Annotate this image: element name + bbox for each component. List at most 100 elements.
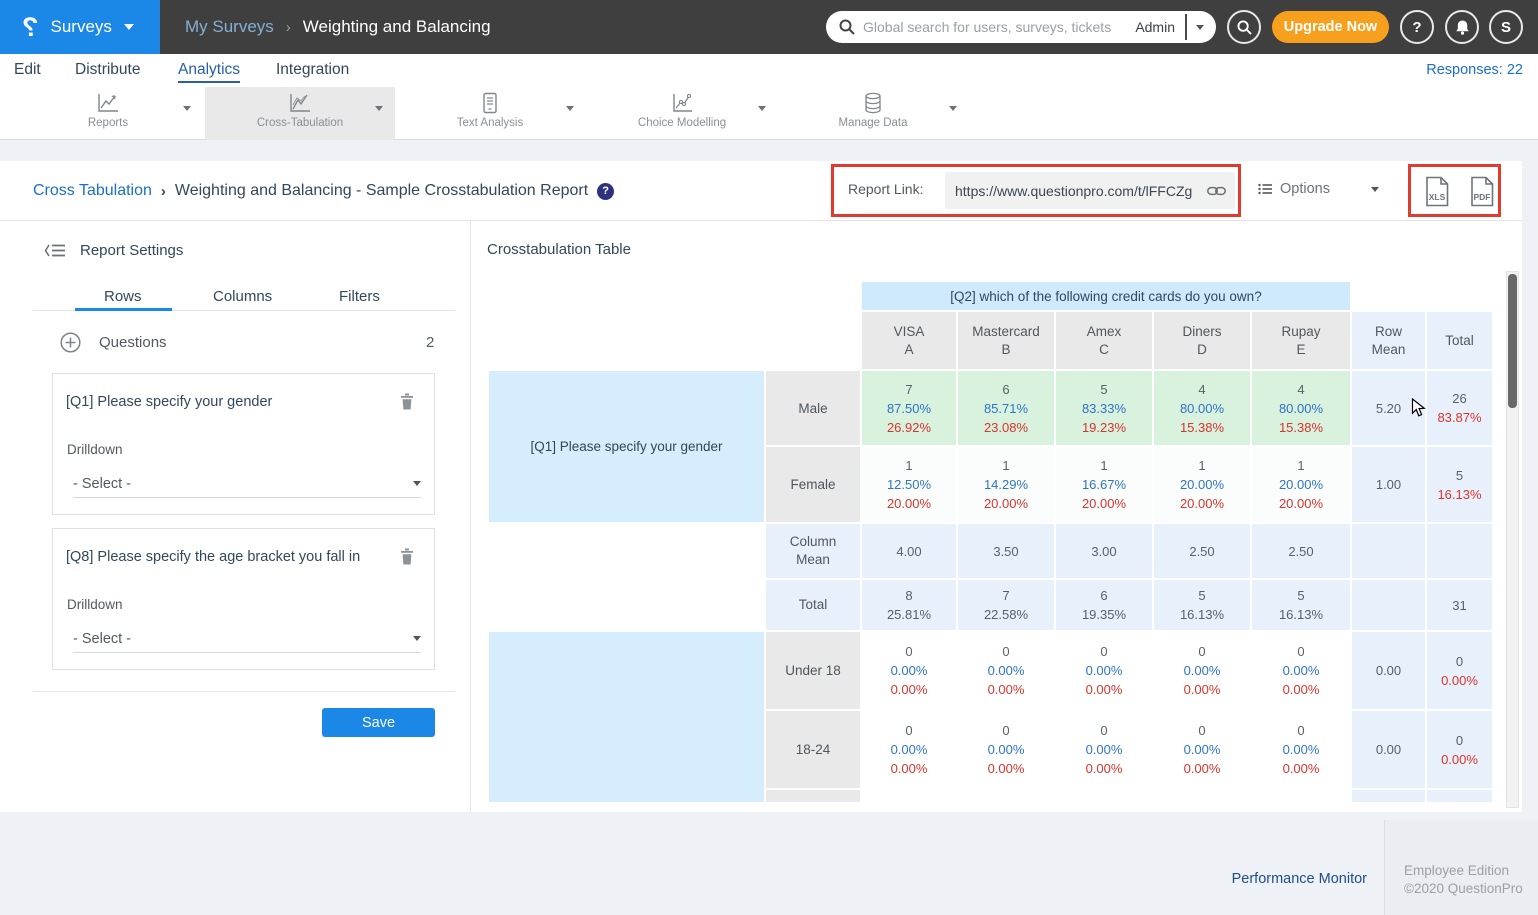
column-mean-cell: 2.50 — [1154, 524, 1250, 578]
options-button[interactable]: Options — [1258, 181, 1330, 197]
edition-label: Employee Edition — [1404, 862, 1538, 880]
partial-cell — [958, 790, 1054, 802]
question-title: [Q1] Please specify your gender — [66, 394, 396, 410]
report-link-field[interactable]: https://www.questionpro.com/t/lFFCZg — [945, 172, 1235, 209]
options-caret-icon[interactable] — [1371, 187, 1379, 192]
column-header: MastercardB — [958, 312, 1054, 369]
questionpro-app: ? Surveys My Surveys › Weighting and Bal… — [0, 0, 1538, 915]
total-cell: 00.00% — [1427, 711, 1492, 788]
cross-tabulation-caret-icon[interactable] — [375, 111, 383, 129]
tool-reports[interactable]: Reports — [48, 92, 168, 129]
search-scope-caret-icon[interactable] — [1196, 25, 1204, 30]
tab-rows[interactable]: Rows — [104, 288, 142, 305]
total-cell: 00.00% — [1427, 632, 1492, 709]
link-icon[interactable] — [1207, 185, 1226, 197]
nav-analytics[interactable]: Analytics — [178, 61, 240, 83]
product-name: Surveys — [51, 17, 112, 37]
breadcrumb-separator: › — [161, 183, 166, 200]
row-label: Male — [766, 371, 860, 445]
text-analysis-caret-icon[interactable] — [566, 111, 574, 129]
top-bar: ? Surveys My Surveys › Weighting and Bal… — [0, 0, 1538, 54]
partial-cell — [1252, 790, 1350, 802]
search-icon — [839, 19, 855, 35]
edition-panel: Employee Edition ©2020 QuestionPro — [1384, 820, 1538, 915]
copyright-label: ©2020 QuestionPro — [1404, 880, 1538, 898]
column-mean-cell: 4.00 — [862, 524, 956, 578]
column-mean-cell: 3.50 — [958, 524, 1054, 578]
product-caret-icon — [124, 24, 134, 30]
report-link-label: Report Link: — [848, 181, 923, 197]
pill-divider — [1185, 14, 1187, 40]
data-cell: 114.29%20.00% — [958, 447, 1054, 522]
cross-tab-chart-icon — [288, 92, 312, 114]
reports-caret-icon[interactable] — [183, 111, 191, 129]
settings-divider — [33, 691, 455, 692]
nav-distribute[interactable]: Distribute — [75, 61, 140, 79]
delete-question-icon[interactable] — [400, 548, 414, 565]
drilldown-select[interactable]: - Select - — [73, 625, 421, 653]
choice-modelling-caret-icon[interactable] — [758, 111, 766, 129]
report-link-url[interactable]: https://www.questionpro.com/t/lFFCZg — [955, 183, 1207, 199]
nav-integration[interactable]: Integration — [276, 61, 349, 79]
drilldown-label: Drilldown — [67, 442, 123, 457]
tool-manage-data[interactable]: Manage Data — [813, 92, 933, 129]
upgrade-now-button[interactable]: Upgrade Now — [1272, 11, 1389, 43]
search-scope: Admin — [1135, 19, 1175, 35]
notifications-button[interactable] — [1445, 10, 1479, 44]
nav-edit[interactable]: Edit — [14, 61, 41, 79]
column-header: AmexC — [1056, 312, 1152, 369]
save-button[interactable]: Save — [322, 708, 435, 737]
tool-text-analysis[interactable]: Text Analysis — [430, 92, 550, 129]
select-value: - Select - — [73, 476, 131, 492]
add-question-icon[interactable] — [60, 332, 81, 353]
performance-monitor-link[interactable]: Performance Monitor — [1232, 871, 1367, 887]
data-cell: 00.00%0.00% — [958, 711, 1054, 788]
table-scrollbar-thumb[interactable] — [1508, 274, 1517, 408]
select-value: - Select - — [73, 631, 131, 647]
report-title: Weighting and Balancing - Sample Crossta… — [175, 182, 588, 200]
question-card-q1: [Q1] Please specify your gender Drilldow… — [52, 373, 435, 515]
column-mean-cell: 2.50 — [1252, 524, 1350, 578]
tool-choice-modelling[interactable]: Choice Modelling — [622, 92, 742, 129]
total-row-cell: 516.13% — [1252, 580, 1350, 630]
search-input[interactable] — [863, 19, 1135, 35]
empty-cell — [1352, 524, 1425, 578]
partial-cell — [862, 790, 956, 802]
breadcrumb-my-surveys[interactable]: My Surveys — [185, 17, 274, 37]
empty-cell — [1352, 580, 1425, 630]
collapse-panel-icon[interactable] — [44, 243, 66, 258]
crosstab-table: [Q2] which of the following credit cards… — [489, 282, 1492, 802]
column-mean-label: Column Mean — [766, 524, 860, 578]
total-cell: 2683.87% — [1427, 371, 1492, 445]
avatar[interactable]: S — [1489, 10, 1523, 44]
responses-count: Responses: 22 — [1426, 62, 1523, 78]
row-label: Female — [766, 447, 860, 522]
tool-label: Reports — [88, 117, 128, 129]
help-button[interactable]: ? — [1400, 10, 1434, 44]
total-row-cell: 619.35% — [1056, 580, 1152, 630]
help-glyph: ? — [602, 185, 609, 197]
total-row-cell: 722.58% — [958, 580, 1054, 630]
crosstab-table-title: Crosstabulation Table — [487, 241, 631, 258]
data-cell: 00.00%0.00% — [958, 632, 1054, 709]
row-mean-header: RowMean — [1352, 312, 1425, 369]
select-caret-icon — [413, 481, 421, 486]
delete-question-icon[interactable] — [400, 393, 414, 410]
manage-data-caret-icon[interactable] — [949, 111, 957, 129]
report-help-icon[interactable]: ? — [597, 183, 614, 200]
product-menu[interactable]: ? Surveys — [0, 0, 160, 54]
total-row-cell: 825.81% — [862, 580, 956, 630]
cross-tabulation-link[interactable]: Cross Tabulation — [33, 182, 152, 200]
tool-cross-tabulation[interactable]: Cross-Tabulation — [240, 92, 360, 129]
data-cell: 00.00%0.00% — [1252, 711, 1350, 788]
report-settings-title: Report Settings — [80, 242, 183, 259]
search-submit-button[interactable] — [1227, 10, 1261, 44]
tab-columns[interactable]: Columns — [213, 288, 272, 305]
tab-filters[interactable]: Filters — [339, 288, 380, 305]
partial-cell — [1352, 790, 1425, 802]
column-header: DinersD — [1154, 312, 1250, 369]
export-pdf-button[interactable]: PDF — [1468, 176, 1496, 207]
drilldown-select[interactable]: - Select - — [73, 470, 421, 498]
questions-label: Questions — [99, 334, 167, 351]
export-xls-button[interactable]: XLS — [1423, 176, 1451, 207]
